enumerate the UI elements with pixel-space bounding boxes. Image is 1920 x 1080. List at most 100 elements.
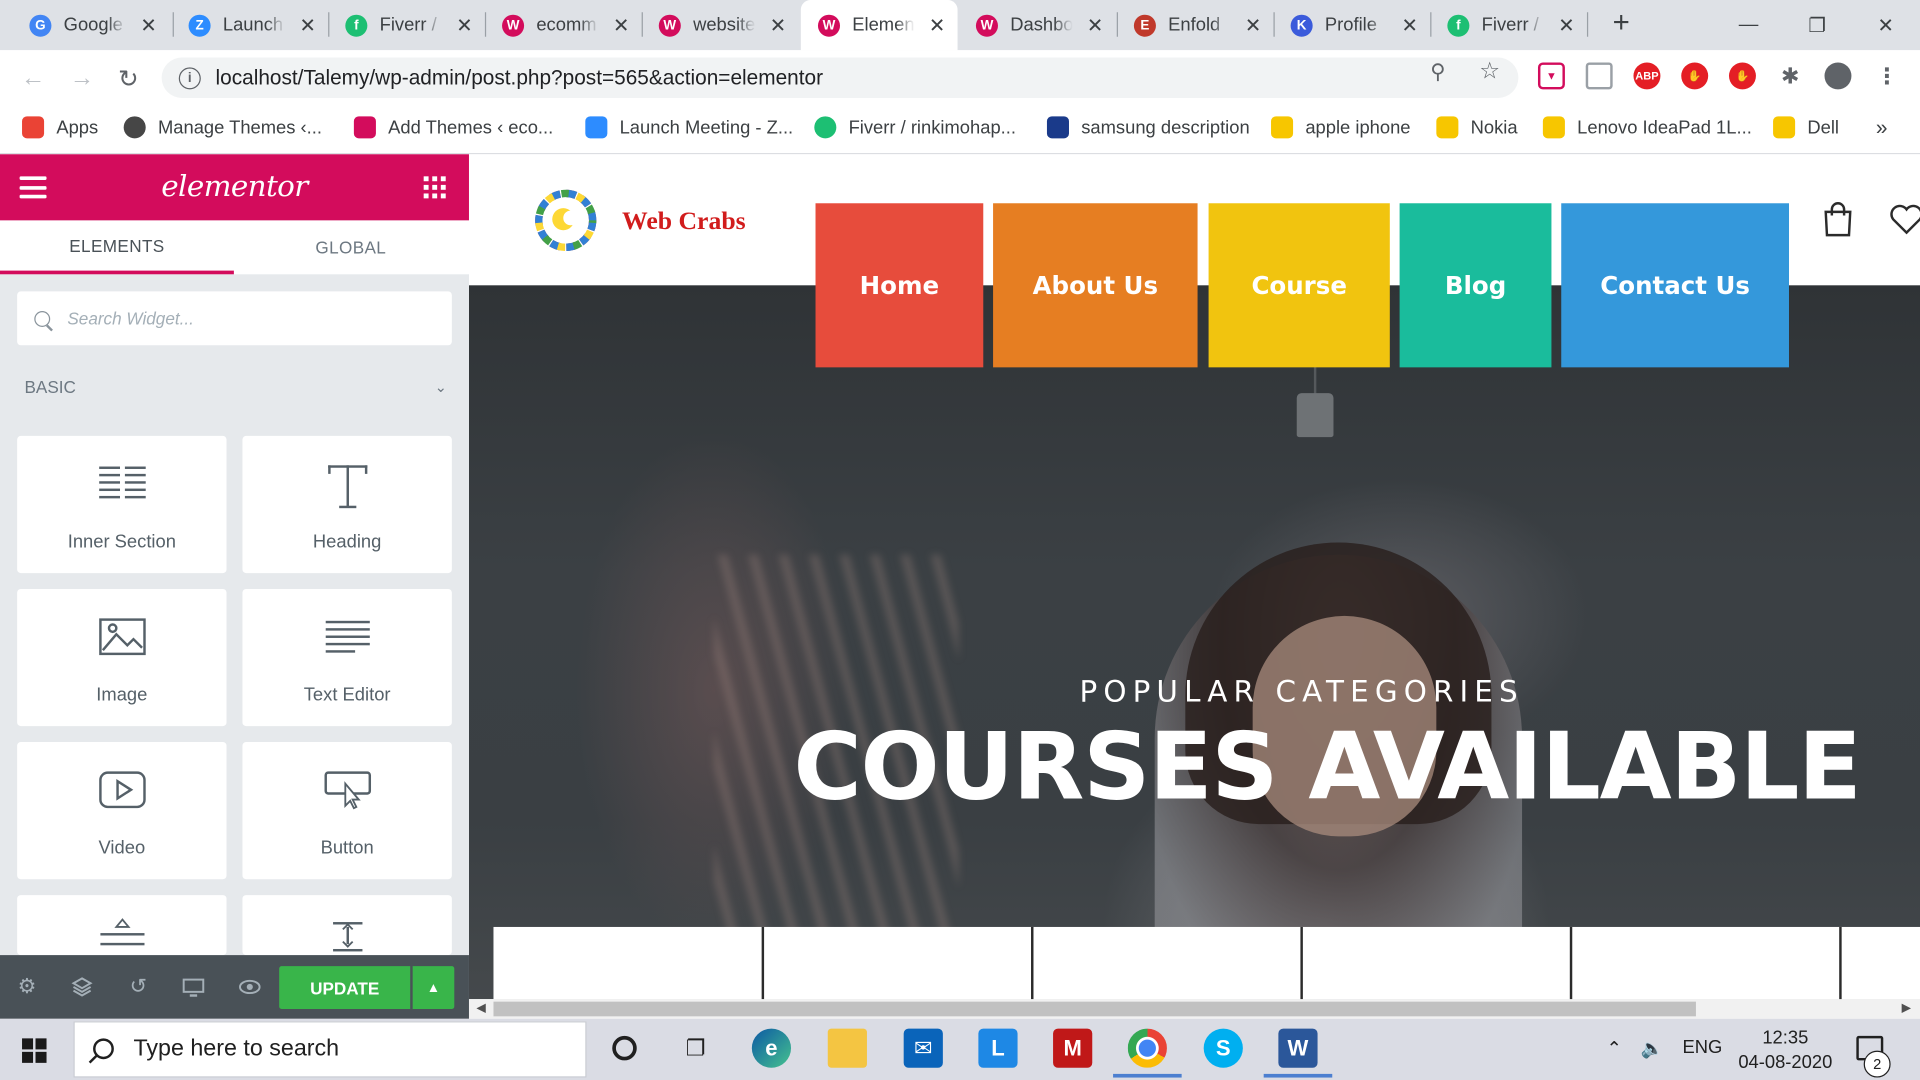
system-clock[interactable]: 12:35 04-08-2020 <box>1736 1026 1834 1075</box>
kebab-menu-icon[interactable]: ⋮ <box>1873 62 1900 89</box>
chrome-icon[interactable] <box>1113 1028 1182 1078</box>
reload-button[interactable]: ↻ <box>110 60 147 97</box>
nav-home[interactable]: Home <box>815 203 984 368</box>
word-icon[interactable]: W <box>1263 1028 1333 1078</box>
stop-extension-icon[interactable]: ✋ <box>1728 62 1756 90</box>
close-icon[interactable]: ✕ <box>1087 13 1103 37</box>
flipkart-icon <box>1436 116 1459 139</box>
brand-name[interactable]: Web Crabs <box>622 206 746 237</box>
widget-heading[interactable]: Heading <box>242 435 452 574</box>
new-tab-button[interactable]: + <box>1604 7 1638 41</box>
widget-text-editor[interactable]: Text Editor <box>242 588 452 727</box>
widget-button[interactable]: Button <box>242 742 452 880</box>
file-explorer-icon[interactable] <box>827 1028 867 1068</box>
close-icon[interactable]: ✕ <box>140 13 156 37</box>
language-indicator[interactable]: ENG <box>1682 1037 1722 1058</box>
horizontal-scrollbar[interactable]: ◀ ▶ <box>468 999 1920 1019</box>
nav-course[interactable]: Course <box>1208 203 1390 368</box>
close-icon[interactable]: ✕ <box>456 13 472 37</box>
restore-button[interactable]: ❐ <box>1783 0 1852 50</box>
site-info-icon[interactable]: i <box>178 66 201 89</box>
widget-inner-section[interactable]: Inner Section <box>17 435 227 574</box>
bookmark-item[interactable]: Dell <box>1773 116 1839 139</box>
bookmark-item[interactable]: Launch Meeting - Z... <box>585 116 793 139</box>
bookmark-item[interactable]: Manage Themes ‹... <box>123 116 322 139</box>
back-button[interactable]: ← <box>15 60 52 97</box>
windows-start-icon[interactable] <box>22 1038 47 1063</box>
bookmark-item[interactable]: Nokia <box>1436 116 1518 139</box>
forward-button[interactable]: → <box>64 60 101 97</box>
more-bookmarks-button[interactable]: » <box>1876 116 1888 140</box>
mcafee-icon[interactable]: M <box>1053 1028 1093 1068</box>
screenshot-extension-icon[interactable] <box>1585 62 1613 90</box>
browser-tab-active[interactable]: W Elemen ✕ <box>800 0 958 51</box>
close-icon[interactable]: ✕ <box>770 13 786 37</box>
close-icon[interactable]: ✕ <box>613 13 629 37</box>
bookmark-item[interactable]: Lenovo IdeaPad 1L... <box>1542 116 1752 139</box>
settings-gear-icon[interactable]: ⚙ <box>16 975 38 998</box>
wishlist-heart-icon[interactable] <box>1889 203 1920 235</box>
minimize-button[interactable]: — <box>1714 0 1783 50</box>
close-icon[interactable]: ✕ <box>300 13 316 37</box>
tray-chevron-up-icon[interactable]: ⌃ <box>1607 1037 1622 1059</box>
volume-icon[interactable]: 🔈 <box>1641 1037 1664 1059</box>
nav-blog[interactable]: Blog <box>1399 203 1552 368</box>
edge-browser-icon[interactable]: e <box>751 1028 792 1068</box>
scrollbar-thumb[interactable] <box>493 1001 1696 1017</box>
browser-tab[interactable]: K Profile ✕ <box>1273 0 1430 50</box>
widget-image[interactable]: Image <box>17 588 227 727</box>
adblock-icon[interactable]: ✋ <box>1681 62 1709 90</box>
fiverr-icon: f <box>1447 14 1470 37</box>
mail-icon[interactable]: ✉ <box>903 1028 943 1068</box>
close-icon[interactable]: ✕ <box>1402 13 1418 37</box>
category-basic-header[interactable]: BASIC ⌄ <box>24 375 446 399</box>
widget-divider[interactable] <box>17 895 227 956</box>
profile-avatar-icon[interactable] <box>1824 62 1852 90</box>
cortana-icon[interactable] <box>605 1029 644 1068</box>
browser-tab[interactable]: G Google ✕ <box>12 0 169 50</box>
bookmark-item[interactable]: Apps <box>22 116 98 139</box>
bookmark-item[interactable]: Fiverr / rinkimohap... <box>814 116 1016 139</box>
update-button[interactable]: UPDATE <box>279 966 411 1009</box>
shopping-bag-icon[interactable] <box>1822 201 1854 238</box>
search-widget-input[interactable] <box>67 308 423 329</box>
bookmark-item[interactable]: samsung description <box>1046 116 1250 139</box>
scroll-left-arrow-icon[interactable]: ◀ <box>476 1002 485 1015</box>
zoom-magnifier-icon[interactable]: ⚲ <box>1430 60 1445 84</box>
skype-icon[interactable]: S <box>1203 1028 1243 1068</box>
browser-tab[interactable]: W Dashbo ✕ <box>959 0 1116 50</box>
task-view-icon[interactable]: ❐ <box>676 1029 715 1068</box>
address-bar[interactable]: i localhost/Talemy/wp-admin/post.php?pos… <box>161 57 1519 98</box>
extensions-puzzle-icon[interactable]: ✱ <box>1777 62 1804 89</box>
responsive-desktop-icon[interactable] <box>182 976 205 998</box>
scroll-right-arrow-icon[interactable]: ▶ <box>1902 1002 1911 1015</box>
taskbar-search-box[interactable]: Type here to search <box>73 1021 587 1078</box>
tab-global[interactable]: GLOBAL <box>234 220 468 274</box>
l-app-icon[interactable]: L <box>978 1028 1018 1068</box>
widget-spacer[interactable] <box>242 895 452 956</box>
widgets-grid-icon[interactable] <box>423 176 446 199</box>
bookmark-item[interactable]: Add Themes ‹ eco... <box>353 116 553 139</box>
preview-eye-icon[interactable] <box>239 976 261 998</box>
browser-tab[interactable]: f Fiverr / ✕ <box>1430 0 1587 50</box>
bookmark-star-icon[interactable]: ☆ <box>1479 58 1500 86</box>
browser-tab[interactable]: Wecomm ✕ <box>485 0 642 50</box>
close-window-button[interactable]: ✕ <box>1851 0 1920 50</box>
close-icon[interactable]: ✕ <box>929 13 945 37</box>
browser-tab[interactable]: Z Launch ✕ <box>171 0 328 50</box>
browser-tab[interactable]: f Fiverr / ✕ <box>328 0 485 50</box>
tab-elements[interactable]: ELEMENTS <box>0 220 234 275</box>
close-icon[interactable]: ✕ <box>1558 13 1574 37</box>
browser-tab[interactable]: Wwebsite ✕ <box>642 0 799 50</box>
browser-tab[interactable]: E Enfold ✕ <box>1117 0 1274 50</box>
widget-video[interactable]: Video <box>17 742 227 880</box>
pocket-extension-icon[interactable]: ▼ <box>1537 62 1565 90</box>
update-options-caret-icon[interactable]: ▲ <box>412 966 455 1009</box>
bookmark-item[interactable]: apple iphone <box>1271 116 1411 139</box>
adblock-plus-icon[interactable]: ABP <box>1633 62 1661 90</box>
history-icon[interactable]: ↺ <box>127 975 149 998</box>
close-icon[interactable]: ✕ <box>1245 13 1261 37</box>
nav-about-us[interactable]: About Us <box>993 203 1198 368</box>
nav-contact-us[interactable]: Contact Us <box>1561 203 1789 368</box>
navigator-layers-icon[interactable] <box>71 976 93 998</box>
